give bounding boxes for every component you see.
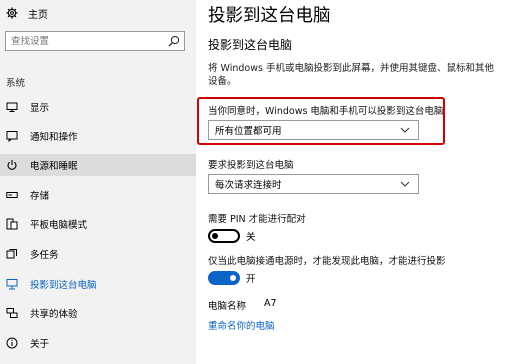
toggle-knob bbox=[212, 233, 218, 239]
pc-name-label: 电脑名称 bbox=[208, 301, 247, 312]
sidebar-item-label: 存储 bbox=[30, 191, 50, 202]
search-input[interactable] bbox=[11, 35, 167, 47]
sidebar-item-label: 多任务 bbox=[30, 250, 59, 261]
page-title: 投影到这台电脑 bbox=[208, 6, 331, 26]
search-box[interactable] bbox=[5, 31, 185, 51]
share-icon bbox=[6, 307, 18, 319]
sidebar-item-about[interactable]: 关于 bbox=[0, 332, 196, 354]
pc-name-value: A7 bbox=[264, 298, 277, 309]
ask-to-project-label: 要求投影到这台电脑 bbox=[208, 160, 294, 171]
pin-state: 关 bbox=[246, 232, 256, 243]
pin-toggle[interactable] bbox=[208, 229, 240, 243]
highlight-box bbox=[197, 97, 445, 145]
tablet-icon bbox=[6, 218, 18, 230]
gear-icon bbox=[6, 7, 18, 19]
sidebar: 主页 系统 显示 通知和操作 电源和睡眠 存储 平板电脑 bbox=[0, 0, 196, 364]
power-only-toggle-row: 开 bbox=[208, 271, 256, 285]
ask-to-project-value: 每次请求连接时 bbox=[215, 180, 282, 191]
sidebar-item-label: 电源和睡眠 bbox=[30, 161, 78, 172]
pin-label: 需要 PIN 才能进行配对 bbox=[208, 214, 306, 225]
home-nav-item[interactable]: 主页 bbox=[6, 4, 48, 22]
sidebar-item-label: 投影到这台电脑 bbox=[30, 280, 97, 291]
sidebar-item-notifications[interactable]: 通知和操作 bbox=[0, 125, 196, 147]
sidebar-item-label: 平板电脑模式 bbox=[30, 220, 88, 231]
power-only-label: 仅当此电脑接通电源时，才能发现此电脑，才能进行投影 bbox=[208, 256, 446, 267]
power-only-toggle[interactable] bbox=[208, 271, 240, 285]
section-label: 系统 bbox=[6, 78, 26, 89]
sidebar-item-multitasking[interactable]: 多任务 bbox=[0, 243, 196, 265]
multitask-icon bbox=[6, 248, 18, 260]
pc-name-row: 电脑名称 A7 bbox=[208, 298, 277, 312]
pin-toggle-row: 关 bbox=[208, 229, 256, 243]
section-subtitle: 投影到这台电脑 bbox=[208, 38, 293, 52]
project-icon bbox=[6, 278, 18, 290]
power-icon bbox=[6, 159, 18, 171]
description-text: 将 Windows 手机或电脑投影到此屏幕，并使用其键盘、鼠标和其他设备。 bbox=[208, 63, 494, 87]
monitor-icon bbox=[6, 101, 18, 113]
sidebar-item-label: 通知和操作 bbox=[30, 132, 78, 143]
toggle-knob bbox=[230, 275, 236, 281]
sidebar-item-shared-experiences[interactable]: 共享的体验 bbox=[0, 302, 196, 324]
home-label: 主页 bbox=[28, 9, 48, 21]
sidebar-item-project[interactable]: 投影到这台电脑 bbox=[0, 273, 196, 295]
rename-pc-link[interactable]: 重命名你的电脑 bbox=[208, 318, 275, 332]
sidebar-item-display[interactable]: 显示 bbox=[0, 96, 196, 118]
sidebar-item-label: 共享的体验 bbox=[30, 309, 78, 320]
sidebar-item-label: 关于 bbox=[30, 339, 50, 350]
sidebar-item-power[interactable]: 电源和睡眠 bbox=[0, 154, 196, 176]
sidebar-item-storage[interactable]: 存储 bbox=[0, 184, 196, 206]
sidebar-item-label: 显示 bbox=[30, 103, 50, 114]
main-content: 投影到这台电脑 投影到这台电脑 将 Windows 手机或电脑投影到此屏幕，并使… bbox=[208, 0, 515, 364]
sidebar-item-tablet[interactable]: 平板电脑模式 bbox=[0, 213, 196, 235]
search-icon[interactable] bbox=[167, 34, 181, 48]
chevron-down-icon bbox=[398, 177, 412, 191]
storage-icon bbox=[6, 189, 18, 201]
power-only-state: 开 bbox=[246, 274, 256, 285]
info-icon bbox=[6, 337, 18, 349]
notification-icon bbox=[6, 130, 18, 142]
ask-to-project-dropdown[interactable]: 每次请求连接时 bbox=[208, 174, 419, 194]
